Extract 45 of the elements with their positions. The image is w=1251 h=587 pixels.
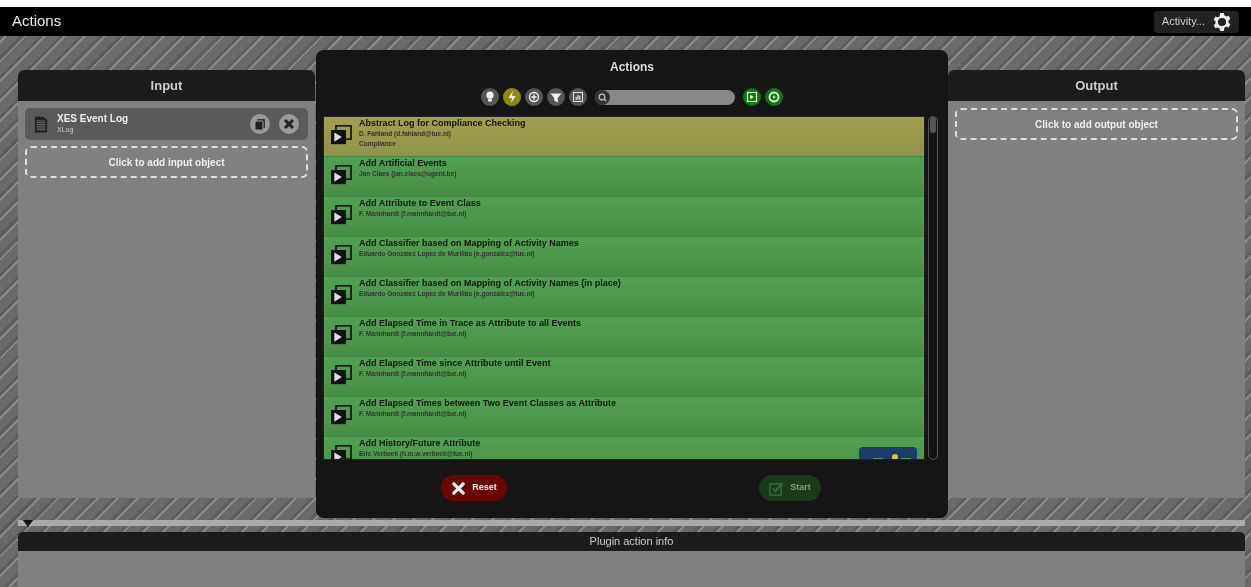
reset-button[interactable]: Reset [441,475,507,501]
document-icon [34,114,48,134]
checkbox-icon [769,480,785,496]
lightning-icon[interactable] [503,88,521,106]
window-title: Actions [12,11,62,32]
plugin-title: Add Classifier based on Mapping of Activity Names (in place) [359,278,621,289]
panel-title: Plugin action info [589,534,674,550]
search-field[interactable] [595,89,735,105]
plugin-title: Add Elapsed Time since Attribute until Event [359,358,551,369]
copy-button[interactable] [250,114,270,134]
dialog-title: Actions [610,59,654,76]
panel-title: Input [150,76,183,95]
plus-icon[interactable] [525,88,543,106]
scrollbar-thumb[interactable] [930,117,936,133]
add-input-button[interactable]: Click to add input object [25,146,308,178]
object-name: XES Event Log [57,113,130,125]
settings-icon [1213,12,1231,31]
plugin-title: Abstract Log for Compliance Checking [359,118,526,129]
close-button[interactable] [279,114,299,134]
play-icon [330,245,352,265]
play-icon [330,365,352,385]
chart-icon[interactable] [569,88,587,106]
play-icon [330,445,352,459]
plugin-title: Add Artificial Events [359,158,448,169]
settings-icon[interactable] [765,88,783,106]
filter-icon[interactable] [547,88,565,106]
plugin-title: Add Attribute to Event Class [359,198,481,209]
search-icon [595,89,610,105]
play-icon [330,405,352,425]
plugin-title: Add Elapsed Times between Two Event Classes as Attribute [359,398,616,409]
activity-button[interactable]: Activity... [1153,10,1239,33]
play-icon [330,325,352,345]
play-icon [330,125,352,145]
plugin-view-button[interactable] [743,88,761,106]
play-icon [330,205,352,225]
add-output-button[interactable]: Click to add output object [955,108,1238,140]
play-icon [330,165,352,185]
close-icon [451,480,467,496]
plugin-title: Add Elapsed Time in Trace as Attribute to all Events [359,318,582,329]
plugin-title: Add History/Future Attribute [359,438,481,449]
bulb-icon[interactable] [481,88,499,106]
panel-title: Output [1075,76,1118,95]
plugin-title: Add Classifier based on Mapping of Activity Names [359,238,579,249]
expand-arrow-icon[interactable] [22,520,34,527]
play-icon [330,285,352,305]
